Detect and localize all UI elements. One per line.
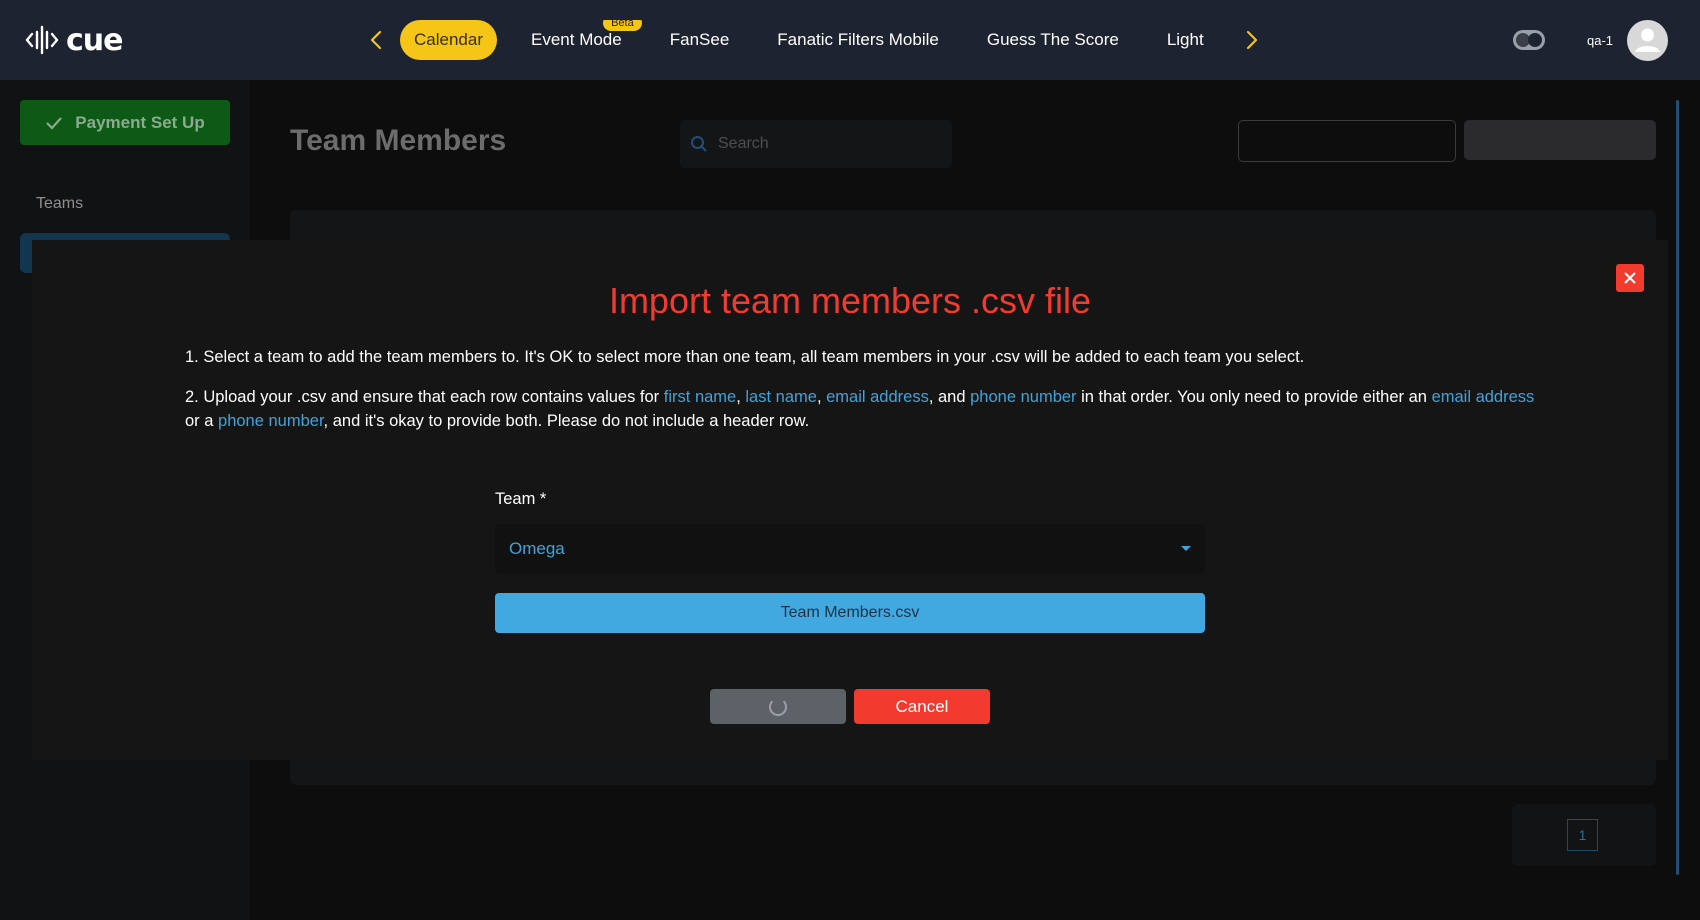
avatar[interactable] (1627, 20, 1668, 61)
instruction-text: , and (928, 388, 971, 406)
tab-fansee[interactable]: FanSee (656, 20, 744, 60)
tab-label: FanSee (669, 30, 730, 49)
highlight-email-address: email address (1431, 388, 1535, 406)
highlight-phone-number: phone number (970, 388, 1077, 406)
cancel-button[interactable]: Cancel (854, 689, 990, 724)
instruction-text: , (816, 388, 827, 406)
import-submit-button[interactable] (710, 689, 846, 724)
tab-event-mode[interactable]: Event Mode Beta (517, 20, 642, 60)
search-icon (691, 136, 707, 152)
csv-file-name: Team Members.csv (780, 604, 920, 621)
page-title: Team Members (290, 124, 507, 157)
beta-badge: Beta (603, 20, 642, 31)
highlight-phone-number: phone number (218, 412, 324, 430)
scrollbar[interactable] (1676, 100, 1679, 875)
loading-button-outline[interactable] (1238, 120, 1456, 162)
loading-button-filled[interactable] (1464, 120, 1656, 160)
instruction-text: in that order. You only need to provide … (1076, 388, 1432, 406)
tab-label: Event Mode (531, 30, 622, 49)
tab-label: Guess The Score (986, 30, 1119, 49)
cancel-label: Cancel (895, 696, 949, 716)
highlight-email-address: email address (826, 388, 929, 406)
team-select-value: Omega (509, 539, 565, 558)
loading-spinner-icon (769, 697, 787, 716)
csv-file-upload-button[interactable]: Team Members.csv (495, 593, 1205, 633)
search-placeholder: Search (718, 135, 769, 152)
tab-label: Light (1166, 30, 1204, 49)
payment-setup-button[interactable]: Payment Set Up (20, 100, 230, 145)
moon-icon (1528, 33, 1542, 47)
team-select[interactable]: Omega (495, 524, 1205, 574)
user-name: qa-1 (1587, 33, 1614, 48)
instruction-select-team: 1. Select a team to add the team members… (185, 348, 1305, 366)
highlight-last-name: last name (745, 388, 817, 406)
module-tabs: Calendar Event Mode Beta FanSee Fanatic … (400, 20, 1230, 60)
tab-label: Fanatic Filters Mobile (777, 30, 939, 49)
sidebar-item-teams[interactable]: Teams (36, 195, 83, 213)
payment-setup-label: Payment Set Up (75, 112, 205, 132)
cue-logo-icon (25, 25, 59, 55)
instruction-text: , (736, 388, 746, 406)
instruction-text: or a (185, 412, 219, 430)
nav-scroll-right-button[interactable] (1240, 26, 1264, 54)
check-icon (46, 116, 63, 130)
instruction-text: , and it's okay to provide both. Please … (323, 412, 810, 430)
tab-fanatic-filters-mobile[interactable]: Fanatic Filters Mobile (763, 20, 953, 60)
instruction-text: 2. Upload your .csv and ensure that each… (185, 388, 664, 406)
page-number-button[interactable]: 1 (1567, 819, 1598, 851)
highlight-first-name: first name (663, 388, 737, 406)
team-field-label: Team * (495, 490, 547, 508)
search-input[interactable]: Search (680, 120, 952, 168)
modal-title: Import team members .csv file (608, 280, 1092, 321)
chevron-right-icon (1246, 30, 1258, 50)
nav-scroll-left-button[interactable] (364, 26, 388, 54)
cue-logo[interactable]: cue (24, 22, 123, 58)
theme-toggle[interactable] (1513, 30, 1545, 50)
tab-label: Calendar (414, 30, 483, 49)
dropdown-caret-icon (1181, 546, 1191, 551)
tab-light[interactable]: Light (1153, 20, 1218, 60)
instruction-upload-csv: 2. Upload your .csv and ensure that each… (185, 385, 1535, 433)
tab-guess-the-score[interactable]: Guess The Score (973, 20, 1133, 60)
top-navigation-bar: cue Calendar Event Mode Beta FanSee Fana… (0, 0, 1700, 80)
user-icon (1635, 28, 1660, 52)
chevron-left-icon (370, 30, 382, 50)
cue-logo-text: cue (66, 22, 123, 58)
tab-calendar[interactable]: Calendar (400, 20, 497, 60)
